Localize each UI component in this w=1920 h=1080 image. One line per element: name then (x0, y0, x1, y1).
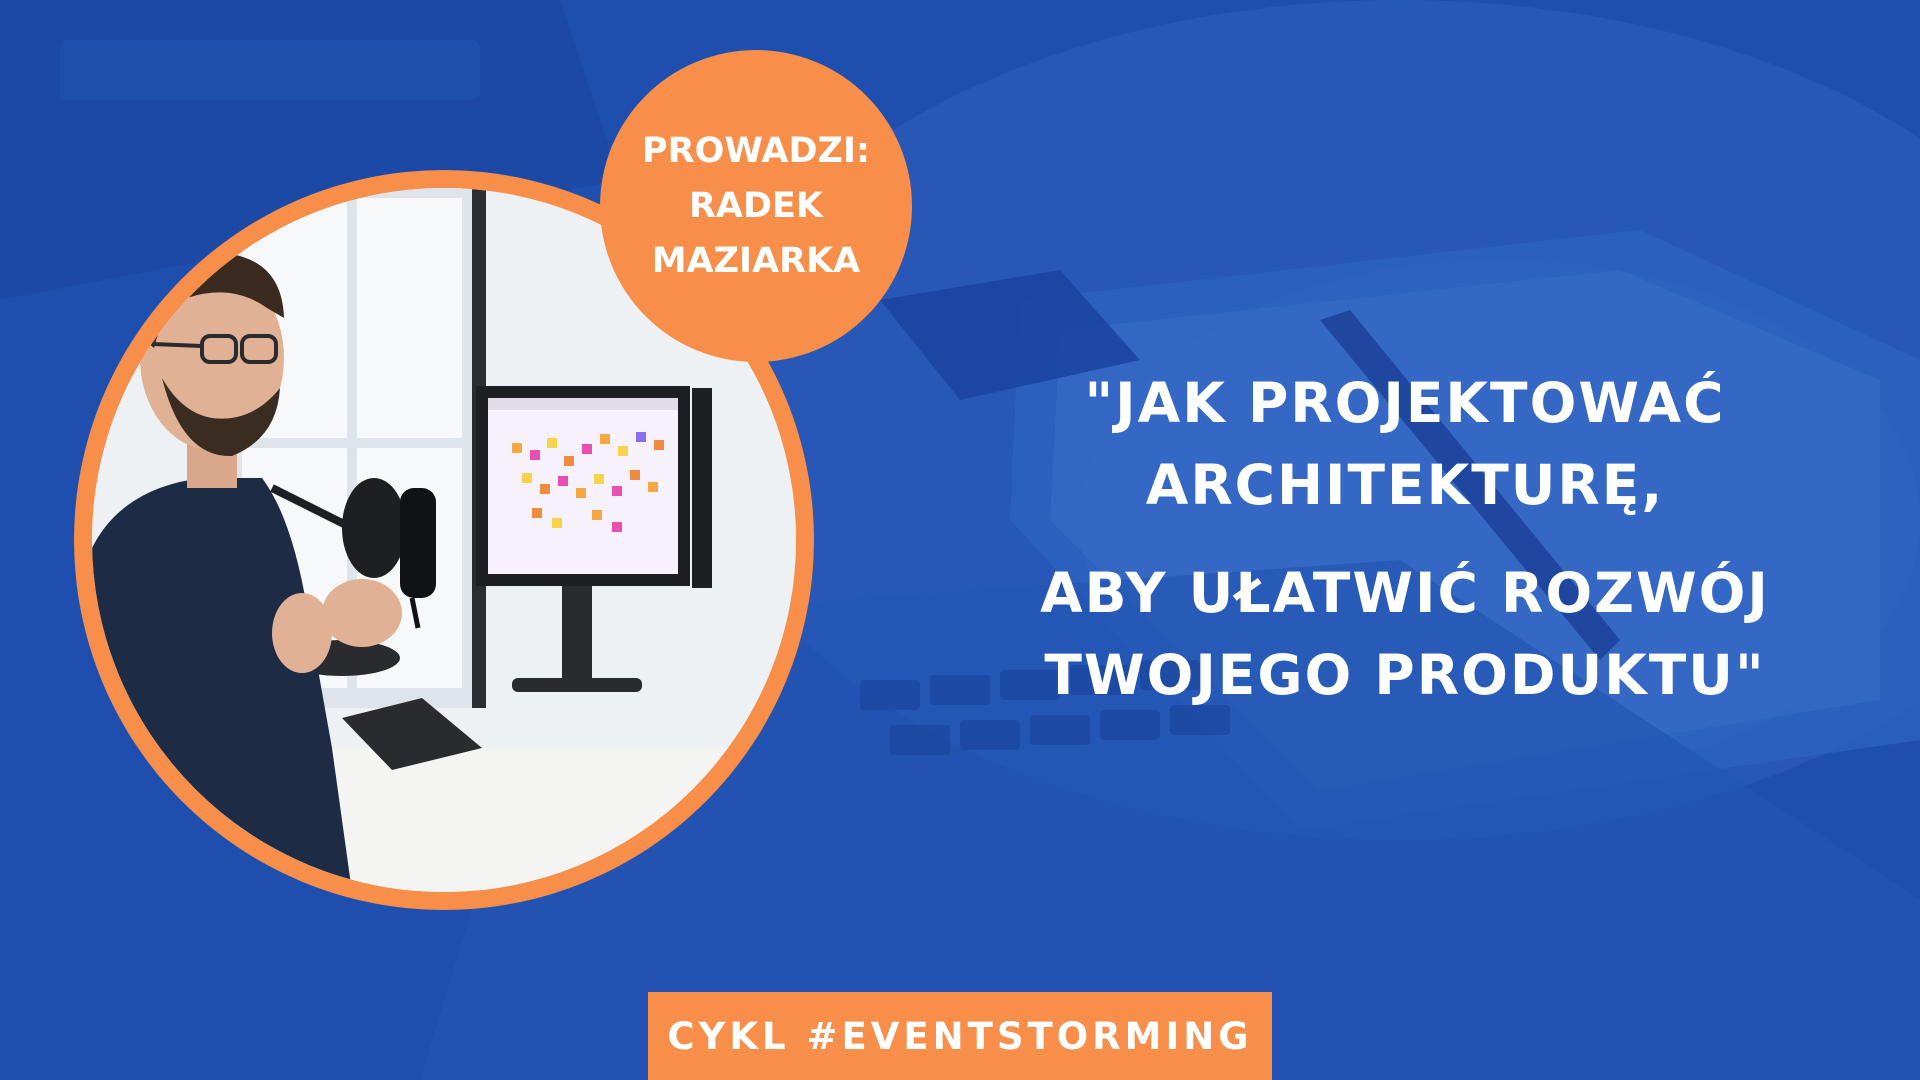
host-badge: PROWADZI: RADEK MAZIARKA (600, 50, 912, 362)
title-line-1: "JAK PROJEKTOWAĆ (1084, 371, 1726, 435)
title-line-3: ABY UŁATWIĆ ROZWÓJ (1040, 561, 1770, 625)
series-banner: CYKL #EVENTSTORMING (648, 992, 1272, 1080)
host-first-name: RADEK (688, 185, 824, 226)
title-line-4: TWOJEGO PRODUKTU" (1044, 643, 1766, 707)
host-label: PROWADZI: (642, 130, 870, 171)
title-line-2: ARCHITEKTURĘ, (1145, 453, 1665, 517)
series-label: CYKL #EVENTSTORMING (667, 1014, 1253, 1058)
event-title: "JAK PROJEKTOWAĆ ARCHITEKTURĘ, ABY UŁATW… (900, 362, 1910, 716)
host-last-name: MAZIARKA (651, 240, 861, 281)
